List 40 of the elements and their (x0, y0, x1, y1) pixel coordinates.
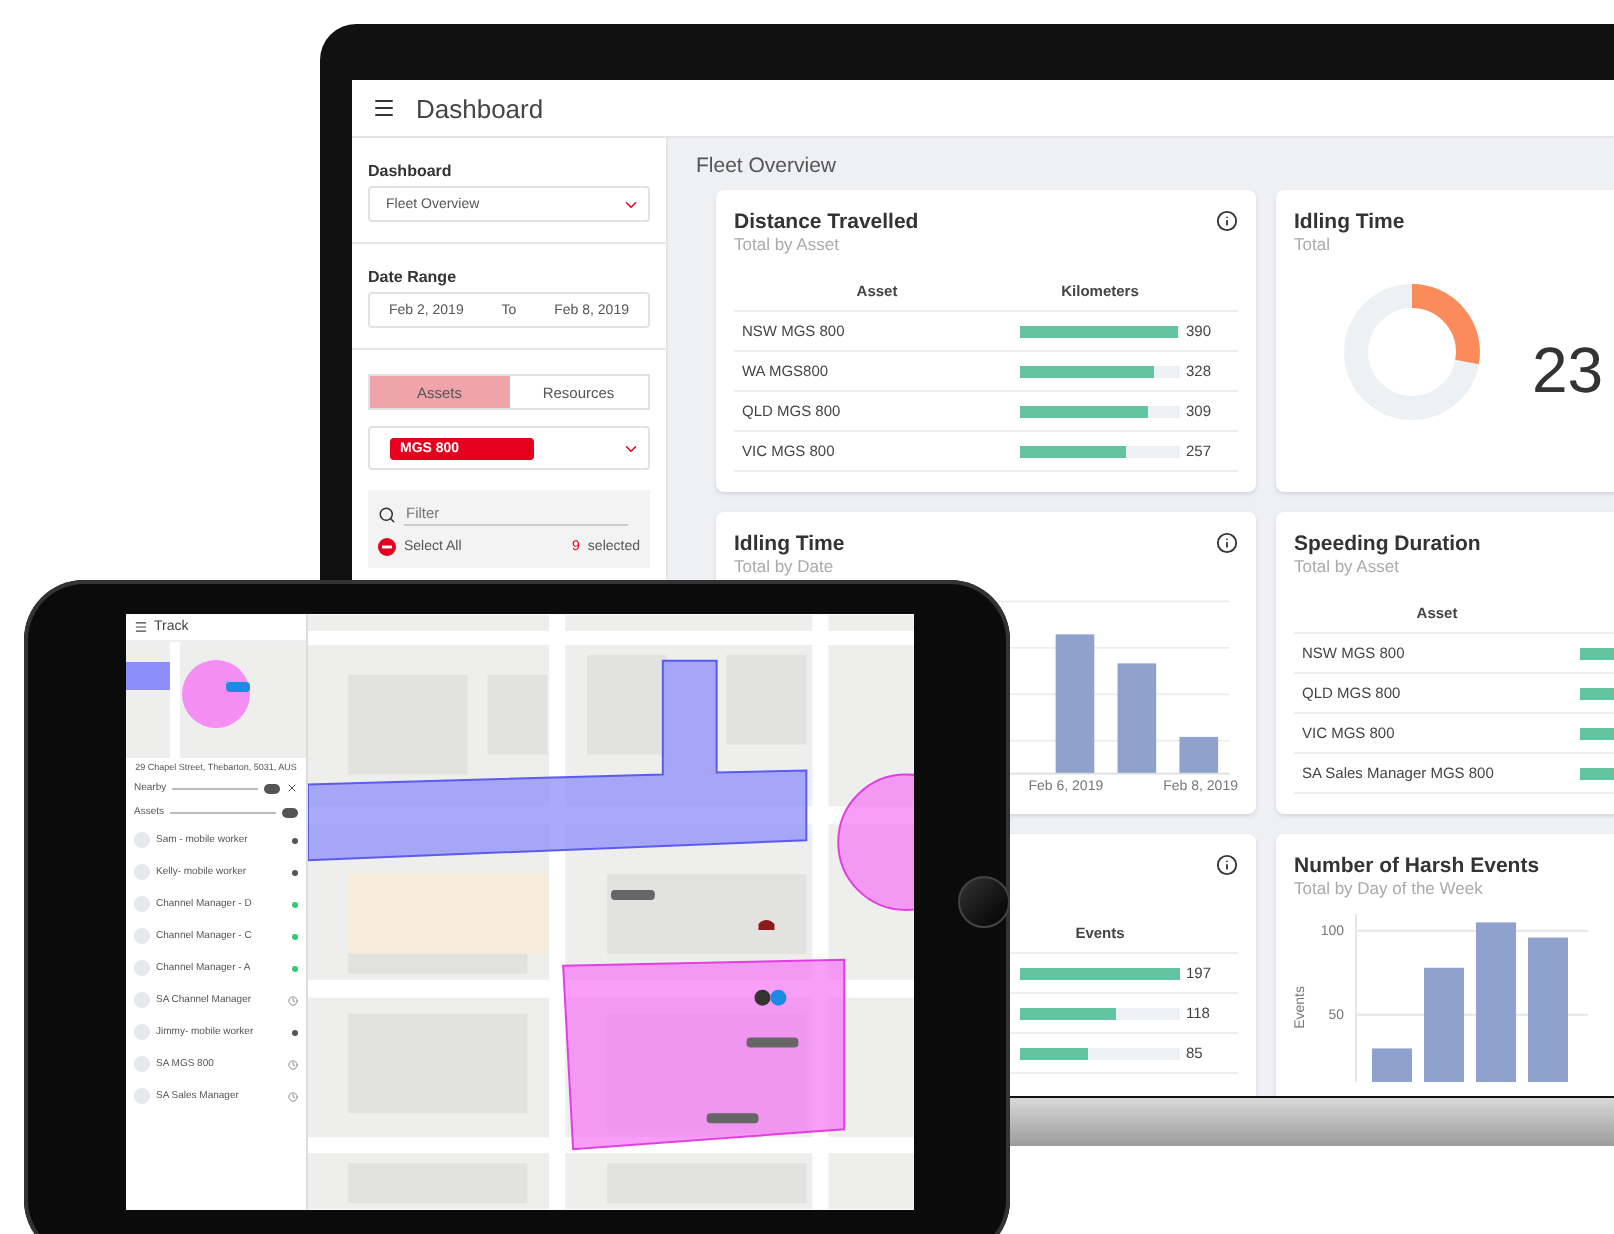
field-label: Dashboard (368, 162, 454, 180)
bar (1179, 737, 1219, 775)
clock-icon (288, 1059, 298, 1069)
close-icon[interactable] (286, 782, 298, 794)
avatar-circle (134, 864, 150, 880)
minus-circle-icon[interactable] (378, 538, 396, 556)
bar (1424, 967, 1464, 1082)
page-header-title: Dashboard (416, 93, 544, 123)
card-title: Distance Travelled (734, 210, 919, 234)
info-icon[interactable] (1216, 532, 1238, 554)
card-subtitle: Total by Date (734, 556, 836, 576)
card-title: Number of Harsh Events (1294, 854, 1540, 878)
field-label: Date Range (368, 268, 459, 286)
avatar-circle (134, 992, 150, 1008)
info-icon[interactable] (1216, 854, 1238, 876)
donut-chart (1342, 282, 1482, 422)
section-title: Fleet Overview (696, 154, 839, 178)
clock-icon (288, 995, 298, 1005)
big-number: 23 (1532, 334, 1604, 408)
avatar-circle (134, 896, 150, 912)
card-subtitle: Total by Asset (734, 234, 841, 254)
card-title: Idling Time (734, 532, 845, 556)
bar (1372, 1048, 1412, 1082)
card-subtitle: Total (1294, 234, 1332, 254)
avatar-circle (134, 832, 150, 848)
avatar-circle (134, 1024, 150, 1040)
clock-icon (288, 1091, 298, 1101)
info-icon[interactable] (1216, 210, 1238, 232)
search-icon (378, 505, 396, 523)
card-title: Idling Time (1294, 210, 1405, 234)
avatar-circle (134, 1056, 150, 1072)
card-subtitle: Total by Day of the Week (1294, 878, 1485, 898)
avatar-circle (134, 960, 150, 976)
card-title: Speeding Duration (1294, 532, 1481, 556)
avatar-circle (134, 928, 150, 944)
bar (1117, 663, 1157, 775)
menu-icon[interactable] (372, 96, 396, 120)
bar (1055, 634, 1095, 775)
avatar-circle (134, 1088, 150, 1104)
card-subtitle: Total by Asset (1294, 556, 1401, 576)
